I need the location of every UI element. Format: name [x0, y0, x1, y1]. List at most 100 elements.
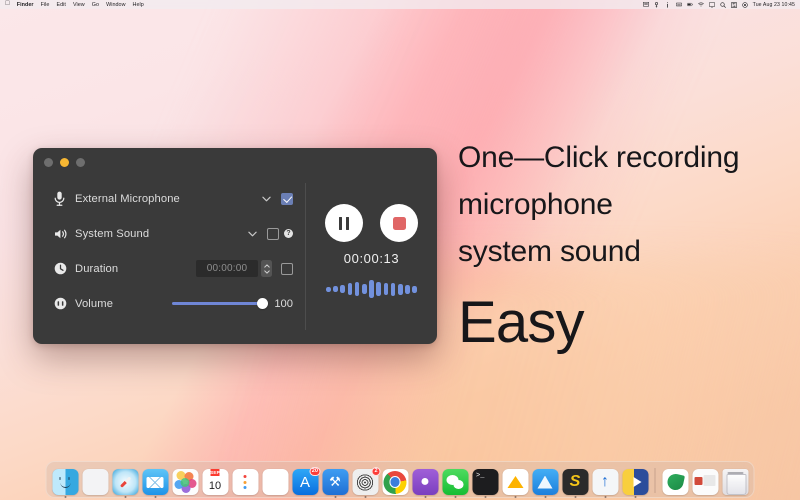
dock-item-mail[interactable] [142, 468, 169, 498]
dock-item-sketch[interactable] [502, 468, 529, 498]
dock-running-indicator [424, 496, 426, 498]
dock-item-terminal[interactable]: >_ [472, 468, 499, 498]
window-titlebar[interactable] [33, 148, 437, 177]
menu-bar-status-area: Tue Aug 23 10:45 [642, 1, 795, 8]
marketing-text: One—Click recording microphone system so… [458, 134, 740, 358]
waveform-bar [347, 283, 353, 295]
dock-item-app-store[interactable]: A 20 [292, 467, 321, 495]
menu-item-view[interactable]: View [73, 2, 85, 8]
menu-bar-clock[interactable]: Tue Aug 23 10:45 [753, 2, 795, 8]
volume-icon [54, 297, 72, 310]
chevron-down-icon-system-sound[interactable] [247, 228, 258, 239]
menu-item-help[interactable]: Help [133, 2, 144, 8]
pause-button[interactable] [325, 204, 363, 242]
xcode-icon: ⚒ [322, 469, 348, 495]
dock-item-xcode[interactable]: ⚒ [322, 468, 349, 498]
dock-item-photos[interactable] [172, 468, 199, 495]
dock-item-uploader[interactable]: ↑ [592, 468, 619, 498]
dock-item-green-app[interactable] [662, 468, 689, 495]
wifi-icon[interactable] [697, 1, 704, 8]
dock-item-github[interactable]: ● [412, 468, 439, 498]
setting-row-volume[interactable]: Volume 100 [33, 286, 305, 321]
dock-item-chrome[interactable] [382, 468, 409, 495]
clock-icon [54, 262, 72, 275]
notes-icon [262, 469, 288, 495]
dock-item-reminders[interactable] [232, 468, 259, 495]
transport-controls [325, 204, 418, 242]
volume-slider[interactable] [172, 298, 269, 310]
menu-bar-left:  Finder File Edit View Go Window Help [5, 0, 144, 8]
waveform-bar [333, 286, 338, 292]
green-app-icon [662, 469, 688, 495]
minimize-button[interactable] [60, 158, 69, 167]
apple-menu-icon[interactable]:  [5, 0, 10, 7]
stop-icon [392, 216, 406, 230]
waveform-bar [383, 283, 389, 295]
control-center-icon[interactable] [730, 1, 737, 8]
chevron-down-icon-microphone[interactable] [261, 193, 272, 204]
duration-input[interactable]: 00:00:00 [196, 260, 258, 277]
dock-item-media-player[interactable] [622, 468, 649, 498]
terminal-icon: >_ [472, 469, 498, 495]
dock-running-indicator [454, 496, 456, 498]
pause-icon [338, 216, 350, 230]
menu-item-window[interactable]: Window [106, 2, 125, 8]
search-icon[interactable] [720, 1, 726, 8]
waveform-bar [362, 284, 367, 294]
dock-running-indicator [574, 496, 576, 498]
menu-item-edit[interactable]: Edit [56, 2, 66, 8]
dock-running-indicator [634, 496, 636, 498]
dock-running-indicator [604, 496, 606, 498]
mail-icon [142, 469, 168, 495]
help-icon[interactable]: ? [284, 229, 293, 238]
dock-item-safari[interactable] [112, 468, 139, 498]
recording-controls-panel: 00:00:13 [306, 177, 437, 344]
dock-running-indicator [544, 496, 546, 498]
setting-row-external-microphone[interactable]: External Microphone [33, 181, 305, 216]
audio-waveform [326, 279, 417, 299]
microphone-icon [54, 191, 72, 206]
checkbox-external-microphone[interactable] [281, 192, 293, 205]
keyboard-icon[interactable] [675, 1, 682, 8]
volume-slider-knob[interactable] [257, 298, 269, 309]
battery-icon[interactable] [686, 1, 693, 8]
dock-item-launchpad[interactable] [82, 468, 109, 495]
waveform-bar [405, 284, 410, 294]
close-button[interactable] [44, 158, 53, 167]
screen-share-icon[interactable] [642, 1, 649, 8]
dock-item-trash[interactable] [722, 468, 749, 495]
dock-item-activity-app[interactable]: 2 [352, 467, 381, 498]
launchpad-icon [82, 469, 108, 495]
dock-item-finder[interactable] [52, 468, 79, 498]
document-preview-icon [692, 469, 718, 495]
checkbox-system-sound[interactable] [267, 227, 279, 240]
dock-item-notes[interactable] [262, 468, 289, 495]
finder-icon [52, 469, 78, 495]
dock-item-sublime-text[interactable]: S [562, 468, 589, 498]
uploader-icon: ↑ [592, 469, 618, 495]
siri-icon[interactable] [741, 1, 748, 8]
setting-row-system-sound[interactable]: System Sound ? [33, 216, 305, 251]
zoom-button[interactable] [76, 158, 85, 167]
dock-item-blue-app[interactable] [532, 468, 559, 498]
dock-item-wechat[interactable] [442, 468, 469, 498]
reminders-icon [232, 469, 258, 495]
menu-item-file[interactable]: File [41, 2, 50, 8]
dock-item-calendar[interactable]: SEP 10 [202, 468, 229, 495]
trash-icon [722, 469, 748, 495]
menu-item-go[interactable]: Go [92, 2, 99, 8]
info-icon[interactable] [665, 1, 671, 8]
checkbox-duration[interactable] [281, 262, 293, 275]
waveform-bar [340, 285, 346, 293]
setting-label-duration: Duration [75, 262, 119, 275]
sketch-icon [502, 469, 528, 495]
stop-button[interactable] [380, 204, 418, 242]
display-icon[interactable] [708, 1, 715, 8]
key-icon[interactable] [654, 1, 660, 8]
menu-item-finder[interactable]: Finder [17, 2, 34, 8]
waveform-bar [354, 282, 360, 296]
dock-item-document-preview[interactable] [692, 468, 719, 495]
dock-separator [654, 467, 656, 493]
duration-stepper[interactable] [261, 260, 272, 277]
setting-row-duration[interactable]: Duration 00:00:00 [33, 251, 305, 286]
